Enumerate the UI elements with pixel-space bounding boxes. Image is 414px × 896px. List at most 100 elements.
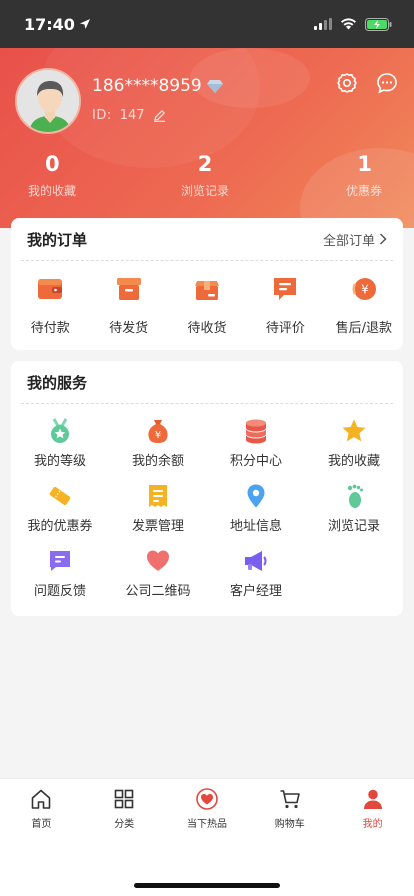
- service-my-level[interactable]: 我的等级: [11, 418, 109, 469]
- service-my-balance[interactable]: ¥ 我的余额: [109, 418, 207, 469]
- stat-coupons-label: 优惠券: [345, 184, 382, 198]
- order-after-sales[interactable]: ¥ 售后/退款: [325, 275, 403, 336]
- svg-text:¥: ¥: [361, 283, 369, 297]
- tab-home-label: 首页: [31, 819, 52, 830]
- medal-icon: [51, 418, 69, 443]
- stat-history-count: 2: [197, 152, 213, 176]
- service-invoice-management[interactable]: 发票管理: [109, 483, 207, 534]
- service-my-favorites-label: 我的收藏: [327, 454, 380, 469]
- stat-coupons[interactable]: 1 优惠券: [264, 150, 414, 199]
- settings-icon[interactable]: [336, 72, 358, 94]
- service-points-center-label: 积分中心: [229, 454, 282, 469]
- svg-text:¥: ¥: [155, 430, 161, 441]
- coin-stack-icon: [246, 419, 266, 444]
- avatar[interactable]: [15, 68, 81, 134]
- coupon-icon: [49, 486, 71, 506]
- tab-hot-items[interactable]: 当下热品: [166, 779, 249, 835]
- profile-header: 186****8959 ID: 147 0 我的收藏 2 浏览记录 1 优惠券: [0, 48, 414, 228]
- status-icons: [314, 17, 392, 31]
- invoice-icon: [149, 485, 167, 507]
- grid-icon: [114, 789, 134, 809]
- edit-icon[interactable]: [153, 109, 166, 122]
- order-after-sales-label: 售后/退款: [335, 321, 393, 336]
- diamond-icon: [206, 80, 223, 93]
- service-my-level-label: 我的等级: [33, 454, 86, 469]
- order-pending-shipment[interactable]: 待发货: [89, 275, 167, 336]
- order-pending-shipment-label: 待发货: [109, 321, 149, 336]
- stat-coupons-count: 1: [357, 152, 372, 176]
- footprint-icon: [347, 484, 363, 508]
- order-pending-receipt-label: 待收货: [187, 321, 227, 336]
- megaphone-icon: [245, 551, 267, 571]
- service-account-manager[interactable]: 客户经理: [207, 548, 305, 599]
- person-icon: [363, 789, 382, 809]
- service-address-info[interactable]: 地址信息: [207, 483, 305, 534]
- location-icon: [247, 484, 265, 508]
- tab-cart[interactable]: 购物车: [248, 779, 331, 835]
- service-invoice-management-label: 发票管理: [131, 519, 184, 534]
- stat-favorites-count: 0: [45, 152, 60, 176]
- status-bar: 17:40: [0, 0, 414, 48]
- tab-mine-label: 我的: [362, 819, 383, 830]
- service-company-qrcode-label: 公司二维码: [125, 584, 191, 599]
- orders-card-header: 我的订单 全部订单: [11, 218, 403, 260]
- box-icon: [116, 278, 141, 300]
- order-pending-review-label: 待评价: [265, 321, 305, 336]
- order-pending-payment-label: 待付款: [30, 321, 70, 336]
- tab-mine[interactable]: 我的: [331, 779, 414, 835]
- user-id-label: ID:: [92, 108, 112, 123]
- comment-icon: [274, 278, 297, 300]
- signal-icon: [314, 18, 332, 30]
- message-icon[interactable]: [376, 72, 398, 94]
- service-browse-history-label: 浏览记录: [327, 519, 380, 534]
- service-my-favorites[interactable]: 我的收藏: [305, 418, 403, 469]
- stat-history[interactable]: 2 浏览记录: [146, 150, 264, 199]
- user-id-value: 147: [119, 108, 145, 123]
- order-pending-review[interactable]: 待评价: [246, 275, 324, 336]
- phone-number: 186****8959: [92, 76, 202, 96]
- service-my-coupons[interactable]: 我的优惠券: [11, 483, 109, 534]
- stat-favorites[interactable]: 0 我的收藏: [0, 150, 146, 199]
- services-grid: 我的等级 ¥ 我的余额 积分中心 我的收藏 我的优惠券 发票管理 地址信息 浏览…: [11, 404, 403, 599]
- service-company-qrcode[interactable]: 公司二维码: [109, 548, 207, 599]
- service-my-balance-label: 我的余额: [131, 454, 184, 469]
- services-card-header: 我的服务: [11, 361, 403, 403]
- cart-icon: [280, 790, 300, 809]
- services-title: 我的服务: [27, 373, 88, 392]
- heart-icon: [147, 550, 169, 571]
- wallet-icon: [38, 279, 63, 299]
- order-pending-payment[interactable]: 待付款: [11, 275, 89, 336]
- stat-favorites-label: 我的收藏: [28, 184, 77, 198]
- tab-category[interactable]: 分类: [83, 779, 166, 835]
- orders-card: 我的订单 全部订单 待付款 待发货 待收货 待评价 ¥ 售后/退款: [11, 218, 403, 350]
- chevron-right-icon: [379, 233, 387, 245]
- all-orders-link[interactable]: 全部订单: [323, 230, 387, 249]
- user-id: ID: 147: [92, 108, 166, 123]
- order-pending-receipt[interactable]: 待收货: [168, 275, 246, 336]
- stats-row: 0 我的收藏 2 浏览记录 1 优惠券: [0, 150, 414, 199]
- hot-heart-icon: [196, 788, 218, 810]
- time-text: 17:40: [24, 14, 75, 34]
- battery-charging-icon: [365, 17, 392, 31]
- status-time: 17:40: [24, 15, 91, 34]
- service-points-center[interactable]: 积分中心: [207, 418, 305, 469]
- orders-title: 我的订单: [27, 230, 88, 249]
- home-indicator: [134, 883, 280, 888]
- money-bag-icon: ¥: [148, 420, 168, 443]
- service-account-manager-label: 客户经理: [229, 584, 282, 599]
- tab-hot-items-label: 当下热品: [186, 819, 227, 830]
- tab-home[interactable]: 首页: [0, 779, 83, 835]
- location-arrow-icon: [79, 19, 90, 29]
- order-status-row: 待付款 待发货 待收货 待评价 ¥ 售后/退款: [11, 261, 403, 336]
- wifi-icon: [341, 18, 356, 30]
- package-icon: [195, 281, 220, 300]
- services-card: 我的服务 我的等级 ¥ 我的余额 积分中心 我的收藏 我的优惠券 发票管理 地址…: [11, 361, 403, 616]
- tab-bar: 首页 分类 当下热品 购物车 我的: [0, 778, 414, 896]
- service-feedback-label: 问题反馈: [33, 584, 86, 599]
- feedback-icon: [50, 551, 70, 571]
- service-my-coupons-label: 我的优惠券: [27, 519, 93, 534]
- service-browse-history[interactable]: 浏览记录: [305, 483, 403, 534]
- service-address-info-label: 地址信息: [229, 519, 282, 534]
- tab-category-label: 分类: [114, 819, 135, 830]
- service-feedback[interactable]: 问题反馈: [11, 548, 109, 599]
